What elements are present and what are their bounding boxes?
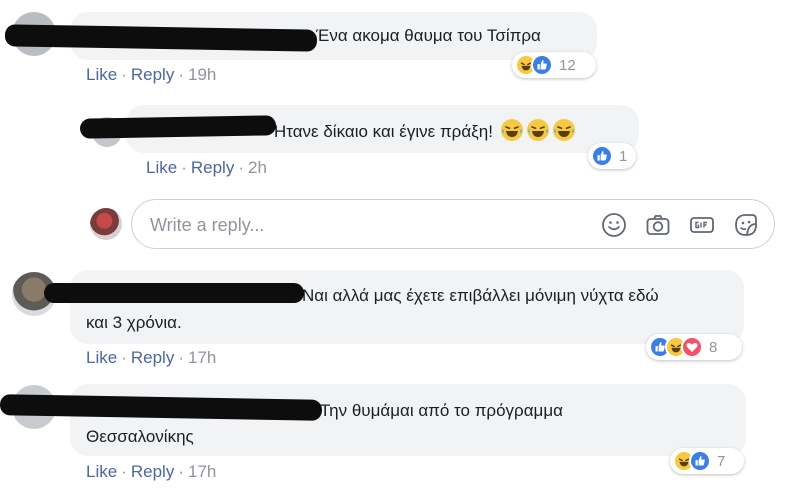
- redacted-author-name: [4, 24, 318, 52]
- reply-link[interactable]: Reply: [131, 462, 174, 481]
- like-icon: [591, 145, 613, 167]
- like-link[interactable]: Like: [146, 158, 177, 177]
- reaction-summary[interactable]: 1: [588, 143, 636, 169]
- reaction-summary[interactable]: 7: [670, 448, 744, 474]
- camera-icon[interactable]: [644, 211, 672, 239]
- separator: ·: [178, 348, 184, 367]
- redacted-author-name: [79, 115, 277, 139]
- tears-of-joy-emoji: [526, 119, 549, 141]
- reaction-count: 12: [559, 56, 576, 74]
- reply-link[interactable]: Reply: [191, 158, 234, 177]
- comment-message: Ήτανε δίκαιο και έγινε πράξη!: [272, 122, 493, 141]
- tears-of-joy-emoji: [500, 119, 523, 141]
- reply-link[interactable]: Reply: [131, 348, 174, 367]
- current-user-avatar[interactable]: [90, 208, 122, 240]
- comment-actions: Like · Reply · 17h: [86, 348, 216, 368]
- separator: ·: [181, 158, 187, 177]
- comment-actions: Like · Reply · 19h: [86, 65, 216, 85]
- sticker-icon[interactable]: [732, 211, 760, 239]
- separator: ·: [121, 348, 127, 367]
- redacted-author-name: [44, 283, 304, 303]
- timestamp[interactable]: 19h: [188, 65, 216, 84]
- comment-text-line-2: Θεσσαλονίκης: [86, 427, 194, 446]
- reaction-summary[interactable]: 12: [512, 52, 596, 78]
- like-icon: [531, 54, 553, 76]
- comment-bubble: Ναι αλλά μας έχετε επιβάλλει μόνιμη νύχτ…: [70, 270, 744, 344]
- comment-text-line-1: Ναι αλλά μας έχετε επιβάλλει μόνιμη νύχτ…: [302, 286, 659, 305]
- comment-text-line-1: Την θυμάμαι από το πρόγραμμα: [320, 401, 563, 420]
- comment-text-line-2: και 3 χρόνια.: [86, 313, 182, 332]
- smiley-icon[interactable]: [600, 211, 628, 239]
- gif-icon[interactable]: [688, 211, 716, 239]
- separator: ·: [121, 65, 127, 84]
- like-link[interactable]: Like: [86, 462, 117, 481]
- reaction-count: 1: [619, 147, 628, 165]
- separator: ·: [178, 462, 184, 481]
- timestamp[interactable]: 17h: [188, 348, 216, 367]
- tears-of-joy-emoji: [552, 119, 575, 141]
- separator: ·: [238, 158, 244, 177]
- separator: ·: [121, 462, 127, 481]
- timestamp[interactable]: 17h: [188, 462, 216, 481]
- love-icon: [681, 336, 703, 358]
- comment-actions: Like · Reply · 2h: [146, 158, 267, 178]
- like-link[interactable]: Like: [86, 65, 117, 84]
- comment-text: Ήτανε δίκαιο και έγινε πράξη!: [272, 118, 576, 143]
- timestamp[interactable]: 2h: [248, 158, 267, 177]
- comment-bubble: Την θυμάμαι από το πρόγραμμα Θεσσαλονίκη…: [70, 384, 746, 456]
- comment-text: Ένα ακομα θαυμα του Τσίπρα: [316, 26, 541, 45]
- reaction-summary[interactable]: 8: [646, 334, 742, 360]
- reaction-count: 7: [717, 452, 726, 470]
- like-icon: [689, 450, 711, 472]
- comment-actions: Like · Reply · 17h: [86, 462, 216, 482]
- reply-composer: [131, 199, 775, 249]
- like-link[interactable]: Like: [86, 348, 117, 367]
- reply-link[interactable]: Reply: [131, 65, 174, 84]
- reaction-count: 8: [709, 338, 718, 356]
- reply-input[interactable]: [148, 212, 592, 238]
- separator: ·: [178, 65, 184, 84]
